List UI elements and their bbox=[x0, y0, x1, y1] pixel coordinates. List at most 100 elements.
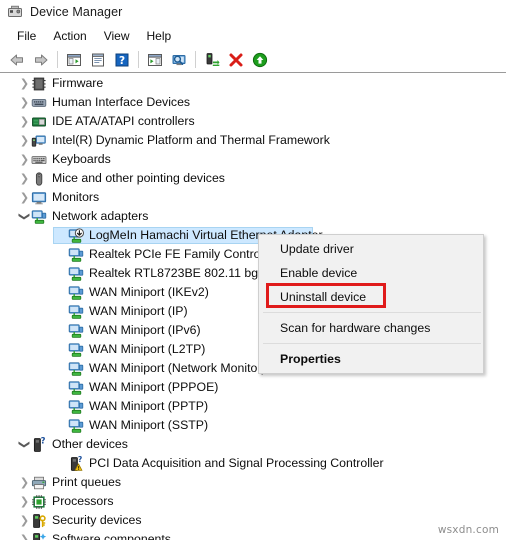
toolbar: ? bbox=[0, 47, 506, 73]
context-menu-item-wrapper: Update driver bbox=[259, 237, 483, 261]
context-menu-item-wrapper: Scan for hardware changes bbox=[259, 316, 483, 340]
network-adapter-icon bbox=[68, 266, 84, 282]
watermark: wsxdn.com bbox=[437, 524, 499, 536]
chevron-right-icon[interactable]: ❯ bbox=[18, 131, 31, 150]
network-adapter-icon bbox=[68, 399, 84, 415]
tree-row[interactable]: WAN Miniport (SSTP) bbox=[0, 416, 506, 435]
network-adapter-icon bbox=[68, 285, 84, 301]
unknown-device-warning-icon: ? bbox=[68, 456, 84, 472]
tree-row[interactable]: ❯? Other devices bbox=[0, 435, 506, 454]
properties-icon[interactable] bbox=[86, 49, 110, 71]
chevron-placeholder bbox=[55, 416, 68, 435]
tree-row-label: WAN Miniport (Network Monitor) bbox=[89, 361, 266, 375]
context-menu-item-wrapper: Enable device bbox=[259, 261, 483, 285]
chevron-down-icon[interactable]: ❯ bbox=[18, 207, 31, 226]
context-menu-item-properties[interactable]: Properties bbox=[259, 347, 483, 371]
svg-text:?: ? bbox=[119, 55, 125, 67]
network-adapter-icon bbox=[68, 380, 84, 396]
chevron-right-icon[interactable]: ❯ bbox=[18, 169, 31, 188]
chevron-right-icon[interactable]: ❯ bbox=[18, 112, 31, 131]
toolbar-separator-1 bbox=[57, 51, 58, 68]
network-adapter-icon bbox=[31, 209, 47, 225]
tree-row-label: WAN Miniport (SSTP) bbox=[89, 418, 209, 432]
tree-row-label: Intel(R) Dynamic Platform and Thermal Fr… bbox=[52, 133, 330, 147]
window-title: Device Manager bbox=[30, 5, 123, 19]
chevron-placeholder bbox=[55, 378, 68, 397]
chevron-right-icon[interactable]: ❯ bbox=[18, 473, 31, 492]
menu-view[interactable]: View bbox=[96, 27, 139, 45]
tree-row[interactable]: WAN Miniport (PPTP) bbox=[0, 397, 506, 416]
tree-row[interactable]: ❯ IDE ATA/ATAPI controllers bbox=[0, 112, 506, 131]
chevron-placeholder bbox=[55, 264, 68, 283]
tree-row-label: WAN Miniport (L2TP) bbox=[89, 342, 206, 356]
chevron-right-icon[interactable]: ❯ bbox=[18, 74, 31, 93]
menu-separator bbox=[263, 312, 481, 313]
tree-row-label: WAN Miniport (IKEv2) bbox=[89, 285, 209, 299]
network-adapter-icon bbox=[68, 247, 84, 263]
software-component-icon bbox=[31, 532, 47, 540]
title-bar: Device Manager bbox=[0, 0, 506, 24]
svg-text:?: ? bbox=[41, 437, 46, 446]
tree-row[interactable]: ❯ Keyboards bbox=[0, 150, 506, 169]
uninstall-device-icon[interactable] bbox=[224, 49, 248, 71]
tree-row-label: Network adapters bbox=[52, 209, 149, 223]
menu-separator bbox=[263, 343, 481, 344]
show-hide-console-tree-icon[interactable] bbox=[62, 49, 86, 71]
chevron-placeholder bbox=[55, 321, 68, 340]
tree-row[interactable]: ❯ Firmware bbox=[0, 74, 506, 93]
context-menu-item-wrapper: Uninstall device bbox=[259, 283, 483, 309]
chevron-placeholder bbox=[55, 397, 68, 416]
unknown-device-icon: ? bbox=[31, 437, 47, 453]
enable-device-icon[interactable] bbox=[248, 49, 272, 71]
tree-row-label: WAN Miniport (PPPOE) bbox=[89, 380, 219, 394]
tree-row-label: Monitors bbox=[52, 190, 100, 204]
tree-row[interactable]: ? PCI Data Acquisition and Signal Process… bbox=[0, 454, 506, 473]
chevron-right-icon[interactable]: ❯ bbox=[18, 530, 31, 540]
network-adapter-icon bbox=[68, 323, 84, 339]
toolbar-separator-3 bbox=[195, 51, 196, 68]
chevron-placeholder bbox=[55, 226, 68, 245]
chevron-placeholder bbox=[55, 454, 68, 473]
forward-icon[interactable] bbox=[29, 49, 53, 71]
chevron-placeholder bbox=[55, 283, 68, 302]
security-device-icon bbox=[31, 513, 47, 529]
chevron-right-icon[interactable]: ❯ bbox=[18, 492, 31, 511]
tree-row[interactable]: ❯ Print queues bbox=[0, 473, 506, 492]
context-menu-item-update-driver[interactable]: Update driver bbox=[259, 237, 483, 261]
tree-row[interactable]: ❯ Human Interface Devices bbox=[0, 93, 506, 112]
chevron-right-icon[interactable]: ❯ bbox=[18, 93, 31, 112]
chevron-right-icon[interactable]: ❯ bbox=[18, 150, 31, 169]
tree-row-label: Mice and other pointing devices bbox=[52, 171, 225, 185]
tree-row[interactable]: ❯ Monitors bbox=[0, 188, 506, 207]
context-menu-item-enable-device[interactable]: Enable device bbox=[259, 261, 483, 285]
tree-row[interactable]: ❯ Processors bbox=[0, 492, 506, 511]
monitor-device-icon bbox=[31, 133, 47, 149]
tree-row[interactable]: WAN Miniport (PPPOE) bbox=[0, 378, 506, 397]
tree-row[interactable]: ❯ Software components bbox=[0, 530, 506, 540]
scan-for-hardware-changes-icon[interactable] bbox=[167, 49, 191, 71]
show-hide-action-pane-icon[interactable] bbox=[143, 49, 167, 71]
menu-action[interactable]: Action bbox=[45, 27, 95, 45]
context-menu-item-scan-for-hardware-changes[interactable]: Scan for hardware changes bbox=[259, 316, 483, 340]
tree-row-label: Print queues bbox=[52, 475, 122, 489]
tree-row[interactable]: ❯ Mice and other pointing devices bbox=[0, 169, 506, 188]
chevron-down-icon[interactable]: ❯ bbox=[18, 435, 31, 454]
menu-file[interactable]: File bbox=[9, 27, 45, 45]
tree-row-label: Processors bbox=[52, 494, 114, 508]
tree-row[interactable]: ❯ Security devices bbox=[0, 511, 506, 530]
tree-row-label: WAN Miniport (IP) bbox=[89, 304, 188, 318]
menu-help[interactable]: Help bbox=[139, 27, 181, 45]
chevron-right-icon[interactable]: ❯ bbox=[18, 511, 31, 530]
tree-row[interactable]: ❯ Network adapters bbox=[0, 207, 506, 226]
tree-row[interactable]: ❯ Intel(R) Dynamic Platform and Thermal F… bbox=[0, 131, 506, 150]
help-icon[interactable]: ? bbox=[110, 49, 134, 71]
update-driver-icon[interactable] bbox=[200, 49, 224, 71]
tree-row-label: Realtek PCIe FE Family Controller bbox=[89, 247, 277, 261]
chevron-right-icon[interactable]: ❯ bbox=[18, 188, 31, 207]
chevron-placeholder bbox=[55, 302, 68, 321]
processor-icon bbox=[31, 494, 47, 510]
network-adapter-icon bbox=[68, 304, 84, 320]
context-menu-item-uninstall-device[interactable]: Uninstall device bbox=[259, 285, 483, 309]
back-icon[interactable] bbox=[5, 49, 29, 71]
context-menu[interactable]: Update driver Enable device Uninstall devi… bbox=[258, 234, 484, 374]
